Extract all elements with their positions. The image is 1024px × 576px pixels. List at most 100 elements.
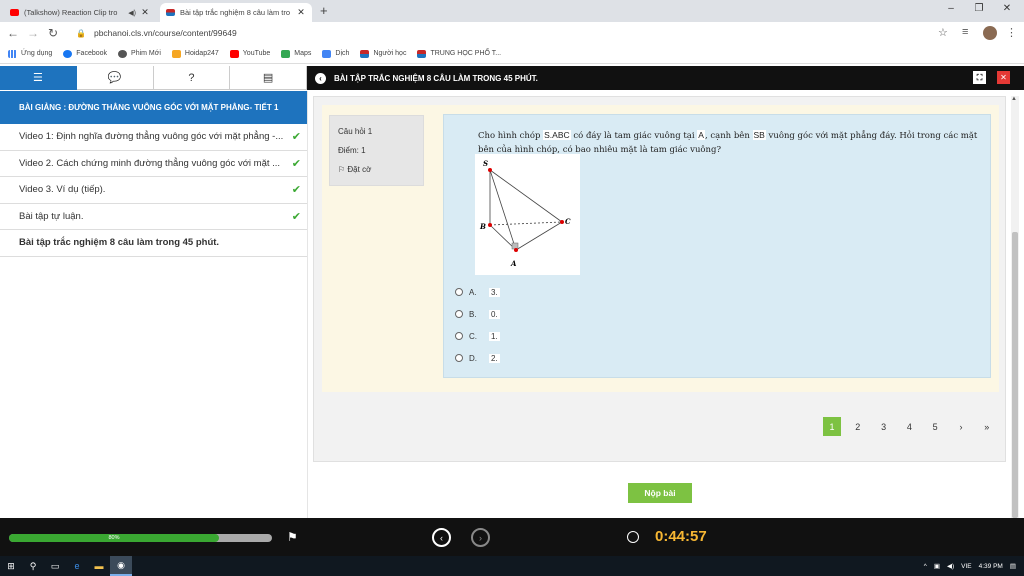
option-letter: B. bbox=[469, 309, 477, 319]
browser-tab-quiz[interactable]: Bài tập trắc nghiệm 8 câu làm tro ✕ bbox=[160, 3, 312, 22]
option-b[interactable]: B. 0. bbox=[455, 303, 500, 325]
submit-button[interactable]: Nộp bài bbox=[628, 483, 692, 503]
flag-icon: ⚐ bbox=[338, 165, 346, 174]
chrome-icon[interactable]: ◉ bbox=[110, 556, 132, 576]
next-page-button[interactable]: › bbox=[952, 417, 970, 436]
list-item[interactable]: Video 3. Ví dụ (tiếp). ✔ bbox=[0, 177, 307, 204]
page-2[interactable]: 2 bbox=[849, 417, 867, 436]
back-arrow-icon[interactable]: ← bbox=[3, 26, 23, 40]
countdown-timer: 0:44:57 bbox=[655, 528, 707, 545]
list-item[interactable]: Bài tập tự luận. ✔ bbox=[0, 204, 307, 230]
speaker-icon[interactable]: ◀) bbox=[128, 9, 136, 17]
page-1[interactable]: 1 bbox=[823, 417, 841, 436]
reload-icon[interactable]: ↻ bbox=[43, 26, 63, 40]
close-tab-icon[interactable]: ✕ bbox=[296, 7, 306, 18]
radio-button[interactable] bbox=[455, 332, 463, 340]
lesson-label: Video 3. Ví dụ (tiếp). bbox=[19, 184, 106, 196]
label-c: C bbox=[565, 217, 571, 226]
chevron-left-icon[interactable]: ‹ bbox=[315, 72, 326, 84]
lesson-label: Bài tập trắc nghiệm 8 câu làm trong 45 p… bbox=[19, 237, 220, 249]
scrollbar-thumb[interactable] bbox=[1012, 232, 1018, 518]
bookmark-label: Phim Mới bbox=[131, 50, 161, 57]
search-icon[interactable]: ⚲ bbox=[22, 556, 44, 576]
tab-help[interactable]: ? bbox=[153, 66, 231, 90]
file-explorer-icon[interactable]: ▬ bbox=[88, 556, 110, 576]
check-icon: ✔ bbox=[291, 210, 301, 223]
new-tab-icon[interactable]: + bbox=[320, 3, 328, 18]
notification-icon[interactable]: ▤ bbox=[1010, 562, 1016, 570]
list-item[interactable]: Bài tập trắc nghiệm 8 câu làm trong 45 p… bbox=[0, 230, 307, 257]
site-favicon-icon bbox=[417, 49, 427, 58]
check-icon: ✔ bbox=[291, 131, 301, 144]
bookmark-apps[interactable]: Ứng dụng bbox=[8, 49, 52, 58]
radio-button[interactable] bbox=[455, 288, 463, 296]
close-window-icon[interactable]: ✕ bbox=[997, 3, 1017, 14]
bookmark-maps[interactable]: Maps bbox=[281, 49, 312, 58]
scroll-up-icon[interactable]: ▲ bbox=[1011, 96, 1017, 102]
forward-arrow-icon[interactable]: → bbox=[23, 26, 43, 40]
page-3[interactable]: 3 bbox=[875, 417, 893, 436]
label-s: S bbox=[483, 159, 488, 168]
page-5[interactable]: 5 bbox=[926, 417, 944, 436]
list-item[interactable]: Video 2. Cách chứng minh đường thẳng vuô… bbox=[0, 151, 307, 177]
flag-question-button[interactable]: ⚐ Đặt cờ bbox=[338, 160, 415, 179]
fullscreen-icon[interactable]: ⛶ bbox=[973, 71, 986, 84]
youtube-icon bbox=[229, 49, 239, 58]
task-view-icon[interactable]: ▭ bbox=[44, 556, 66, 576]
option-value: 2. bbox=[489, 353, 500, 363]
youtube-icon bbox=[10, 9, 19, 16]
list-item[interactable]: Video 1: Định nghĩa đường thẳng vuông gó… bbox=[0, 124, 307, 151]
bookmark-label: Người học bbox=[373, 50, 407, 57]
bookmark-trung-hoc[interactable]: TRUNG HỌC PHỔ T... bbox=[417, 49, 502, 58]
volume-icon[interactable]: ◀) bbox=[947, 562, 954, 570]
radio-button[interactable] bbox=[455, 354, 463, 362]
check-icon: ✔ bbox=[291, 184, 301, 197]
question-text: Cho hình chóp S.ABC có đáy là tam giác v… bbox=[478, 128, 986, 157]
bookmark-dich[interactable]: Dịch bbox=[322, 49, 349, 58]
option-d[interactable]: D. 2. bbox=[455, 347, 500, 369]
option-c[interactable]: C. 1. bbox=[455, 325, 500, 347]
flag-icon[interactable]: ⚑ bbox=[287, 530, 298, 544]
pagination: 1 2 3 4 5 › » bbox=[823, 417, 1004, 436]
language-indicator[interactable]: VIE bbox=[961, 563, 971, 570]
bookmark-phim-moi[interactable]: Phim Mới bbox=[118, 49, 161, 58]
network-icon[interactable]: ▣ bbox=[934, 562, 940, 570]
next-question-button[interactable]: › bbox=[471, 528, 490, 547]
tab-comments[interactable]: 💬 bbox=[76, 66, 154, 90]
tab-document[interactable]: ▤ bbox=[230, 66, 307, 90]
page-4[interactable]: 4 bbox=[900, 417, 918, 436]
bookmark-facebook[interactable]: Facebook bbox=[63, 49, 107, 58]
option-a[interactable]: A. 3. bbox=[455, 281, 500, 303]
prev-question-button[interactable]: ‹ bbox=[432, 528, 451, 547]
bookmark-hoidap247[interactable]: Hoidap247 bbox=[171, 49, 219, 58]
edge-icon[interactable]: e bbox=[66, 556, 88, 576]
bookmark-star-icon[interactable]: ☆ bbox=[938, 26, 948, 39]
bookmark-label: TRUNG HỌC PHỔ T... bbox=[430, 50, 502, 57]
tab-lesson-list[interactable]: ☰ bbox=[0, 66, 77, 90]
bookmark-label: Maps bbox=[294, 50, 312, 57]
document-icon: ▤ bbox=[262, 72, 274, 84]
system-tray: ^ ▣ ◀) VIE 4:39 PM ▤ bbox=[917, 556, 1016, 576]
question-text-part: , cạnh bên bbox=[704, 131, 753, 141]
close-tab-icon[interactable]: ✕ bbox=[140, 7, 150, 18]
tab-title: (Talkshow) Reaction Clip tro bbox=[24, 8, 118, 17]
url-field[interactable]: 🔒 pbchanoi.cls.vn/course/content/99649 bbox=[76, 25, 956, 41]
hoidap-icon bbox=[171, 49, 181, 58]
clock[interactable]: 4:39 PM bbox=[979, 563, 1003, 570]
chevron-right-icon: › bbox=[479, 532, 482, 543]
chevron-up-icon[interactable]: ^ bbox=[924, 563, 927, 570]
bookmark-nguoi-hoc[interactable]: Người học bbox=[360, 49, 407, 58]
browser-tab-youtube[interactable]: (Talkshow) Reaction Clip tro ◀) ✕ bbox=[4, 3, 156, 22]
restore-icon[interactable]: ❐ bbox=[969, 3, 989, 14]
minimize-icon[interactable]: – bbox=[941, 3, 961, 14]
last-page-button[interactable]: » bbox=[978, 417, 996, 436]
close-icon[interactable]: ✕ bbox=[997, 71, 1010, 84]
answer-options: A. 3. B. 0. C. 1. D. 2. bbox=[455, 281, 500, 369]
radio-button[interactable] bbox=[455, 310, 463, 318]
windows-start-icon[interactable]: ⊞ bbox=[0, 556, 22, 576]
avatar[interactable] bbox=[983, 26, 997, 40]
question-score: Điểm: 1 bbox=[338, 146, 366, 155]
bookmark-youtube[interactable]: YouTube bbox=[229, 49, 270, 58]
media-control-icon[interactable]: ≡ bbox=[962, 26, 968, 38]
menu-dots-icon[interactable]: ⋮ bbox=[1006, 26, 1017, 39]
